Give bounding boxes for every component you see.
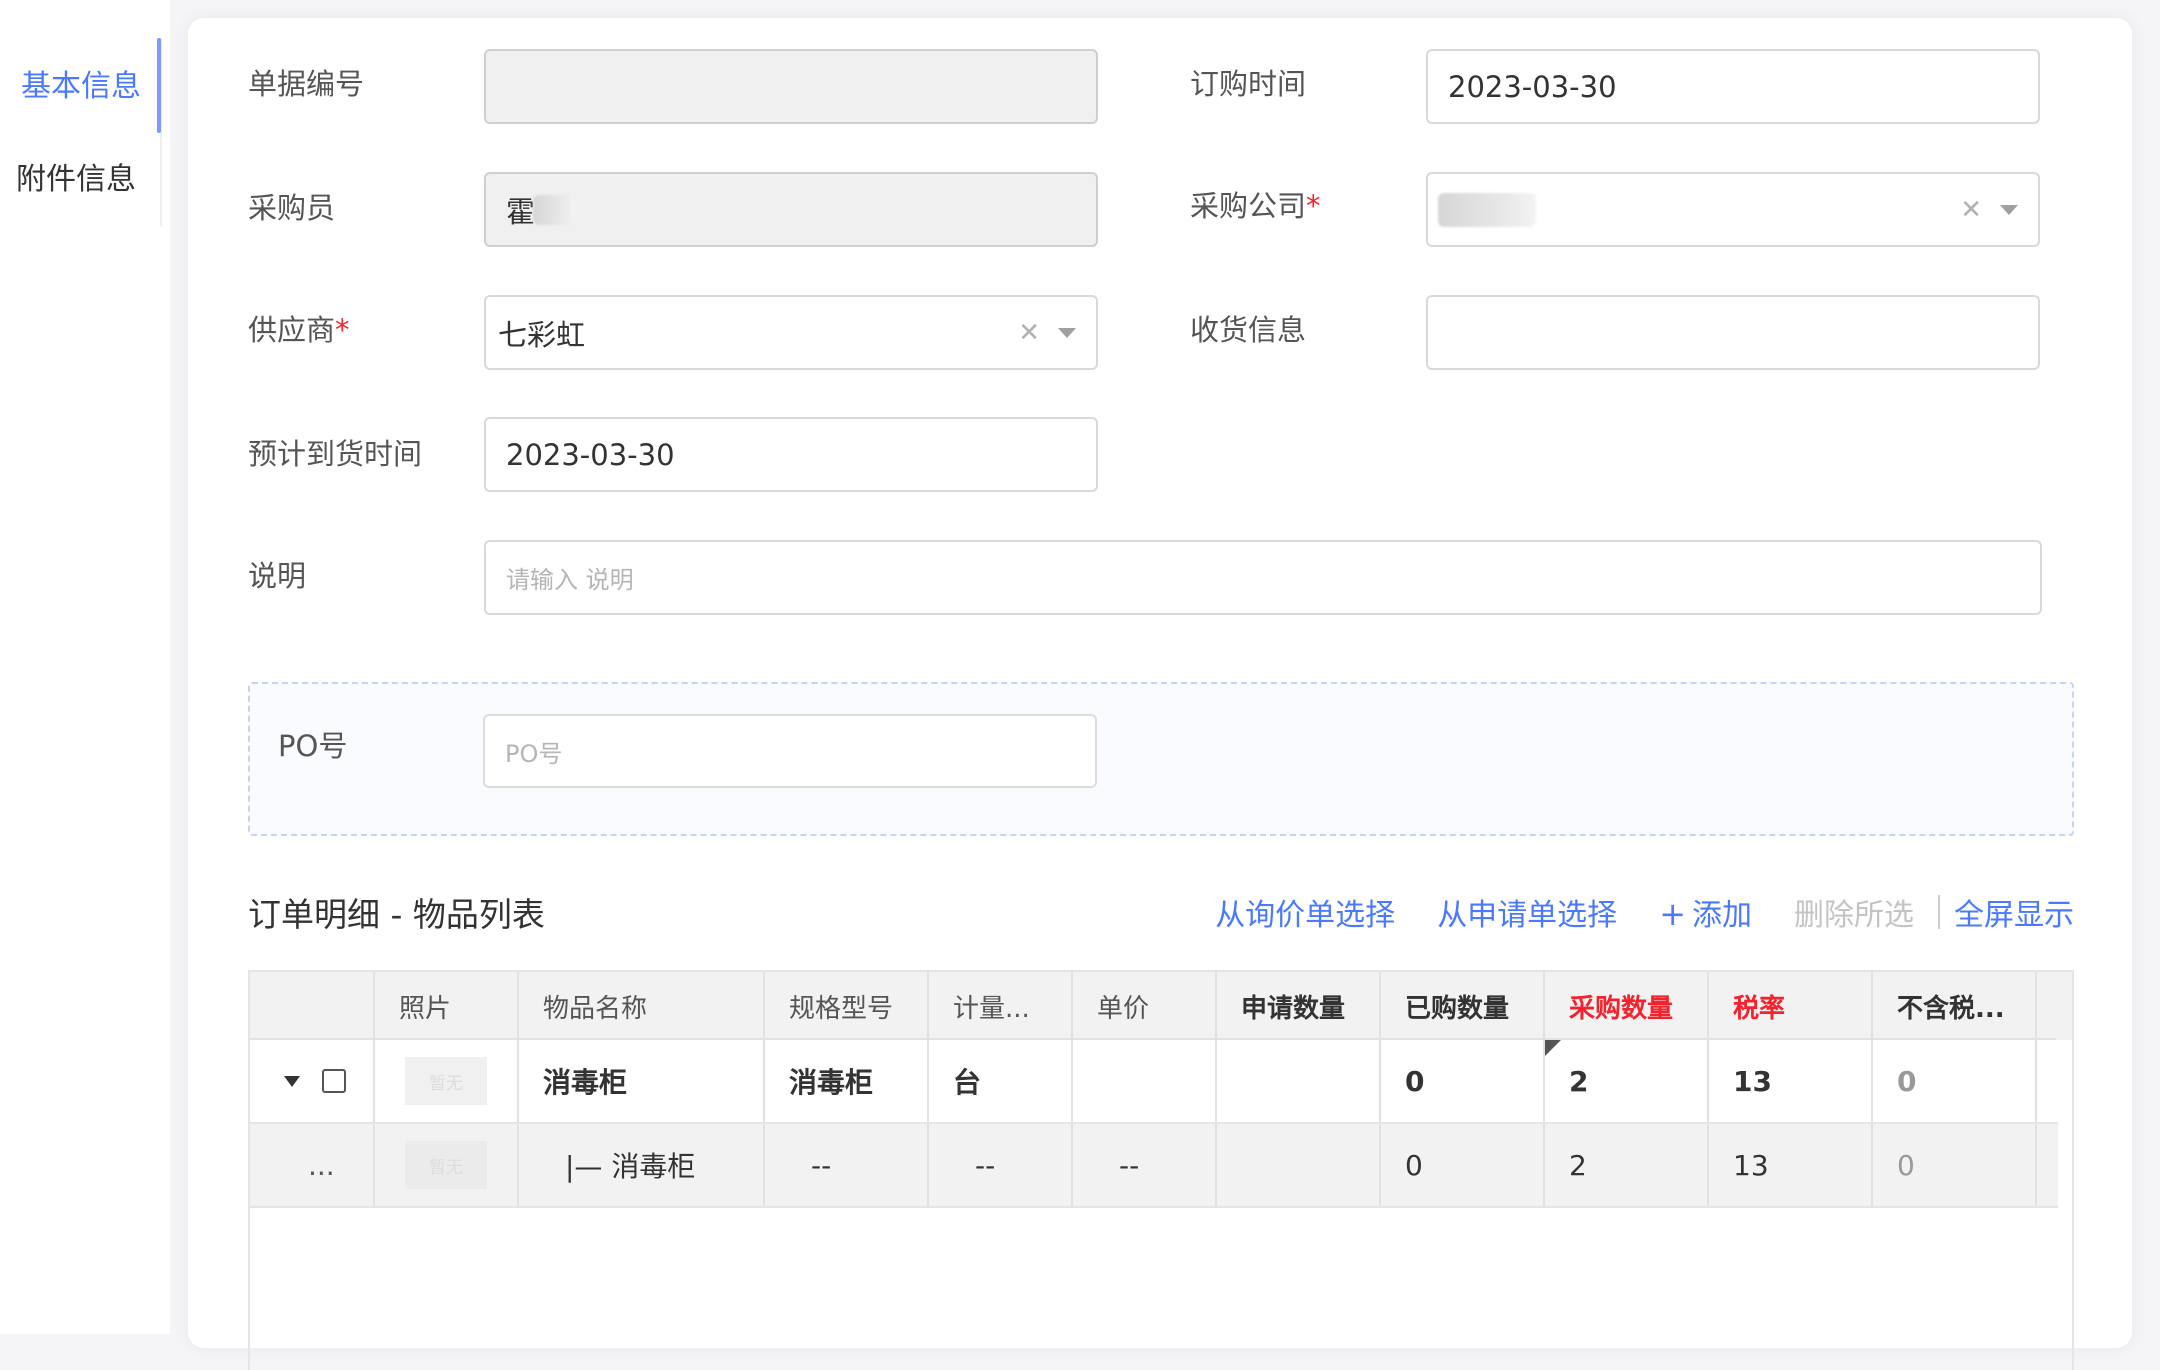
cell-price[interactable] [1073,1040,1217,1122]
cell-tax: 13 [1709,1124,1873,1206]
row-more[interactable]: ... [250,1124,375,1206]
col-name[interactable]: 物品名称 [519,972,765,1040]
po-label: PO号 [278,729,348,763]
company-label: 采购公司* [1190,189,1321,223]
eta-value: 2023-03-30 [506,437,675,472]
order-time-label: 订购时间 [1190,67,1307,101]
add-item-button[interactable]: + 添加 [1659,890,1752,934]
photo-placeholder: 暂无 [405,1141,487,1189]
action-divider [1938,895,1940,929]
sidebar-item-attachments[interactable]: 附件信息 [0,140,162,212]
col-photo[interactable]: 照片 [375,972,519,1040]
cell-qty: 2 [1545,1124,1709,1206]
supplier-label: 供应商* [248,313,350,347]
cell-purchased: 0 [1381,1124,1545,1206]
order-time-value: 2023-03-30 [1448,69,1617,104]
company-redacted [1438,192,1536,227]
buyer-field: 霍 [484,172,1098,247]
eta-field[interactable]: 2023-03-30 [484,417,1098,492]
cell-excl-tax: 0 [1873,1040,2037,1122]
receipt-field[interactable] [1426,295,2040,370]
col-purchased[interactable]: 已购数量 [1381,972,1545,1040]
required-mark: * [1306,189,1321,223]
chevron-down-icon[interactable] [1058,327,1076,338]
clear-icon[interactable]: ✕ [1960,195,1982,225]
cell-requested [1217,1040,1381,1122]
col-unit[interactable]: 计量... [929,972,1073,1040]
table-header: 照片 物品名称 规格型号 计量... 单价 申请数量 已购数量 采购数量 税率 … [250,972,2072,1040]
receipt-label: 收货信息 [1190,313,1307,347]
expand-icon[interactable] [284,1075,300,1087]
items-table: 照片 物品名称 规格型号 计量... 单价 申请数量 已购数量 采购数量 税率 … [248,970,2074,1370]
photo-placeholder: 暂无 [405,1057,487,1105]
note-placeholder: 请输入 说明 [506,566,634,594]
col-qty[interactable]: 采购数量 [1545,972,1709,1040]
row-checkbox[interactable] [322,1069,346,1093]
plus-icon: + [1659,895,1686,933]
cell-name: 消毒柜 [519,1040,765,1122]
cell-purchased: 0 [1381,1040,1545,1122]
required-mark: * [335,313,350,347]
detail-actions: 从询价单选择 从申请单选择 + 添加 删除所选 全屏显示 [1173,890,2074,934]
cell-spec: -- [765,1124,929,1206]
supplier-value: 七彩虹 [498,317,586,352]
col-price[interactable]: 单价 [1073,972,1217,1040]
cell-qty[interactable]: 2 [1545,1040,1709,1122]
col-spec[interactable]: 规格型号 [765,972,929,1040]
doc-no-field [484,49,1098,124]
col-excl-tax[interactable]: 不含税... [1873,972,2037,1040]
sidebar-item-basic-info[interactable]: 基本信息 [0,47,162,119]
cell-unit: 台 [929,1040,1073,1122]
cell-price: -- [1073,1124,1217,1206]
order-time-field[interactable]: 2023-03-30 [1426,49,2040,124]
po-input[interactable]: PO号 [483,714,1097,788]
select-from-request-button[interactable]: 从申请单选择 [1437,890,1617,934]
col-tax[interactable]: 税率 [1709,972,1873,1040]
doc-no-label: 单据编号 [248,67,365,101]
col-requested[interactable]: 申请数量 [1217,972,1381,1040]
po-placeholder: PO号 [505,739,563,768]
buyer-redacted [533,194,576,225]
fullscreen-button[interactable]: 全屏显示 [1954,890,2074,934]
side-nav: 基本信息 附件信息 [0,0,170,1334]
buyer-value: 霍 [506,194,536,229]
cell-spec: 消毒柜 [765,1040,929,1122]
edited-marker [1545,1040,1561,1056]
cell-name: |— 消毒柜 [519,1124,765,1206]
company-select[interactable]: ✕ [1426,172,2040,247]
select-from-inquiry-button[interactable]: 从询价单选择 [1215,890,1395,934]
form-panel: 单据编号 订购时间 2023-03-30 采购员 霍 采购公司* ✕ 供应商* … [188,18,2132,1370]
table-row[interactable]: 暂无 消毒柜 消毒柜 台 0 2 13 0 [250,1040,2058,1124]
table-row-sub[interactable]: ... 暂无 |— 消毒柜 -- -- -- 0 2 13 0 [250,1124,2058,1208]
cell-excl-tax: 0 [1873,1124,2037,1206]
supplier-select[interactable]: 七彩虹 ✕ [484,295,1098,370]
note-input[interactable]: 请输入 说明 [484,540,2042,615]
note-label: 说明 [248,559,307,593]
chevron-down-icon[interactable] [2000,204,2018,215]
cell-unit: -- [929,1124,1073,1206]
delete-selected-button[interactable]: 删除所选 [1794,890,1914,934]
buyer-label: 采购员 [248,191,336,225]
header-scroll-gutter [2056,972,2072,1040]
clear-icon[interactable]: ✕ [1018,318,1040,348]
cell-requested [1217,1124,1381,1206]
cell-tax[interactable]: 13 [1709,1040,1873,1122]
eta-label: 预计到货时间 [248,437,423,471]
detail-title: 订单明细 - 物品列表 [248,895,545,934]
col-select [250,972,375,1040]
